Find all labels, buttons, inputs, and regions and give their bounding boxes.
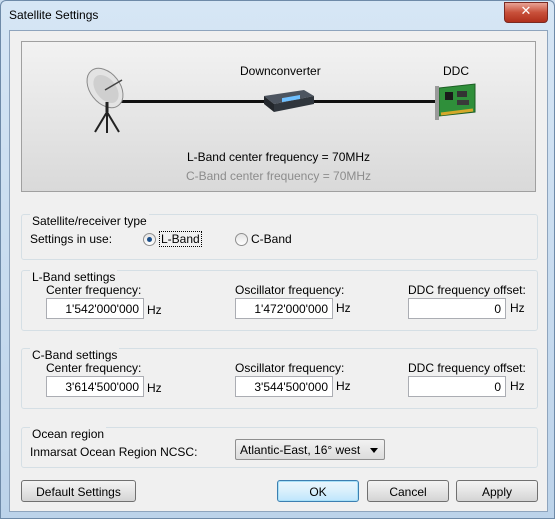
lband-oscillator-frequency-unit: Hz [336,301,351,315]
dialog-body: Downconverter DDC L-Band center frequenc… [9,30,548,512]
cband-settings-title: C-Band settings [30,348,120,362]
lband-center-frequency-input[interactable]: 1'542'000'000 [46,298,144,319]
ddc-card-icon [435,83,476,120]
downconverter-icon [264,90,314,112]
receiver-type-title: Satellite/receiver type [30,214,149,228]
ocean-region-selected-value: Atlantic-East, 16° west [240,443,361,457]
cband-oscillator-frequency-input[interactable]: 3'544'500'000 [235,376,333,397]
cband-radio[interactable] [235,233,248,246]
signal-chain-diagram: Downconverter DDC L-Band center frequenc… [21,41,536,192]
lband-settings-group: L-Band settings Center frequency: 1'542'… [21,270,538,331]
cancel-button[interactable]: Cancel [367,480,449,502]
settings-in-use-label: Settings in use: [30,232,113,246]
ok-button[interactable]: OK [277,480,359,502]
dialog-window: Satellite Settings ✕ Downconverter DDC L… [0,0,555,519]
apply-button[interactable]: Apply [456,480,538,502]
ocean-region-group: Ocean region Inmarsat Ocean Region NCSC:… [21,427,538,468]
lband-oscillator-frequency-label: Oscillator frequency: [235,283,345,297]
close-button[interactable]: ✕ [504,2,548,23]
lband-ddc-offset-input[interactable]: 0 [408,298,506,319]
title-bar[interactable]: Satellite Settings ✕ [1,1,554,29]
lband-center-frequency-unit: Hz [147,303,162,317]
lband-radio[interactable] [143,233,156,246]
default-settings-button[interactable]: Default Settings [21,480,136,502]
cband-caption: C-Band center frequency = 70MHz [185,169,372,183]
cband-ddc-offset-label: DDC frequency offset: [408,361,526,375]
cband-center-frequency-label: Center frequency: [46,361,142,375]
cband-oscillator-frequency-unit: Hz [336,379,351,393]
receiver-type-group: Satellite/receiver type Settings in use:… [21,214,538,260]
cband-center-frequency-input[interactable]: 3'614'500'000 [46,376,144,397]
close-icon: ✕ [520,4,532,19]
lband-radio-label[interactable]: L-Band [159,231,202,247]
cband-ddc-offset-input[interactable]: 0 [408,376,506,397]
lband-ddc-offset-unit: Hz [510,301,525,315]
satellite-dish-icon [86,67,124,133]
cable-downconverter-ddc [312,100,442,103]
ocean-region-label: Inmarsat Ocean Region NCSC: [30,445,198,459]
lband-settings-title: L-Band settings [30,270,118,284]
lband-caption: L-Band center frequency = 70MHz [186,150,371,164]
cband-ddc-offset-unit: Hz [510,379,525,393]
cband-radio-label[interactable]: C-Band [251,232,292,246]
window-title: Satellite Settings [9,8,99,22]
lband-ddc-offset-label: DDC frequency offset: [408,283,526,297]
chevron-down-icon[interactable] [370,448,378,453]
lband-center-frequency-label: Center frequency: [46,283,142,297]
cband-oscillator-frequency-label: Oscillator frequency: [235,361,345,375]
downconverter-label: Downconverter [240,64,321,78]
ddc-label: DDC [443,64,469,78]
ocean-region-title: Ocean region [30,427,107,441]
ocean-region-select[interactable]: Atlantic-East, 16° west [235,439,385,460]
cband-center-frequency-unit: Hz [147,381,162,395]
lband-oscillator-frequency-input[interactable]: 1'472'000'000 [235,298,333,319]
cband-settings-group: C-Band settings Center frequency: 3'614'… [21,348,538,409]
